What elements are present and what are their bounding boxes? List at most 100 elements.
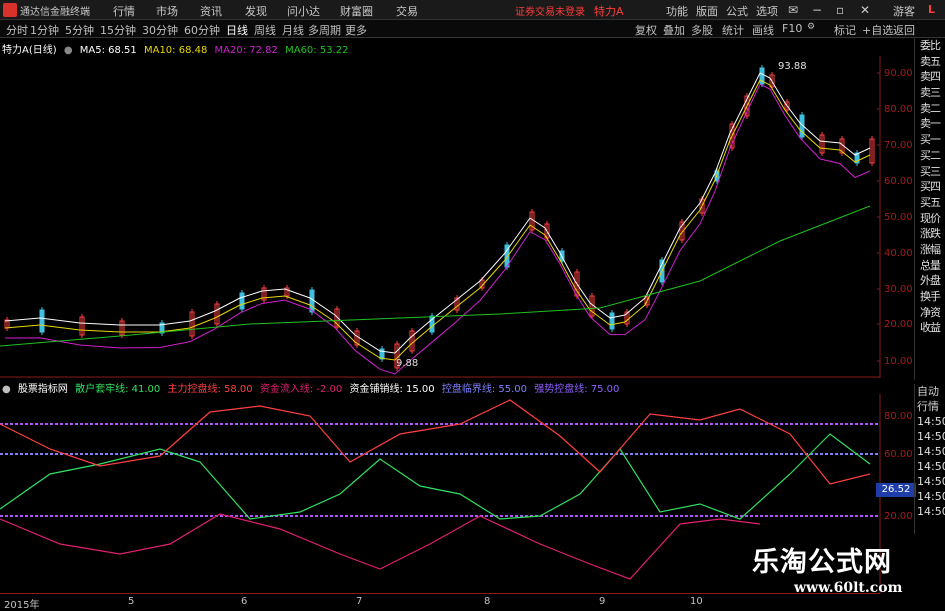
order-book-label: 涨幅: [920, 242, 941, 256]
candle: [39, 309, 45, 333]
period-1min[interactable]: 1分钟: [30, 22, 59, 38]
y-tick-label: 20.00: [884, 319, 912, 330]
order-book-label: 买一: [920, 133, 941, 147]
order-book-label: 卖一: [920, 117, 941, 131]
order-book-label: 现价: [920, 211, 941, 225]
order-book-label: 买五: [920, 195, 941, 209]
menu-news[interactable]: 资讯: [200, 3, 222, 19]
x-tick-label: 8: [484, 596, 491, 607]
y-tick-label: 30.00: [884, 284, 912, 295]
tool-back[interactable]: 返回: [893, 22, 915, 38]
tool-adjust[interactable]: 复权: [635, 22, 657, 38]
low-price-label: 9.88: [396, 358, 418, 369]
corner-label: L: [928, 3, 936, 16]
x-tick-label: 6: [241, 596, 248, 607]
menu-trade[interactable]: 交易: [396, 3, 418, 19]
tick-time: 14:50: [917, 460, 945, 473]
tool-stats[interactable]: 统计: [722, 22, 744, 38]
guest-label[interactable]: 游客: [893, 3, 915, 19]
y-tick-label: 90.00: [884, 68, 912, 79]
ma10-line: [4, 79, 871, 361]
order-book-label: 买四: [920, 180, 941, 194]
menu-ask[interactable]: 问小达: [287, 3, 320, 19]
mail-icon[interactable]: ✉: [788, 3, 798, 17]
indicator-y-tick: 20.00: [884, 511, 912, 522]
period-30min[interactable]: 30分钟: [142, 22, 178, 38]
menu-wealth[interactable]: 财富圈: [340, 3, 373, 19]
indicator-y-tick: 80.00: [884, 411, 912, 422]
tick-time: 14:50: [917, 415, 945, 428]
tool-overlay[interactable]: 叠加: [663, 22, 685, 38]
tool-draw[interactable]: 画线: [752, 22, 774, 38]
tick-panel: 自动 行情 14:50 14:50 14:50 14:50 14:50 14:5…: [914, 384, 945, 534]
menu-function[interactable]: 功能: [666, 3, 688, 19]
close-icon[interactable]: ✕: [860, 3, 870, 17]
y-tick-label: 60.00: [884, 176, 912, 187]
x-axis: 2015年 5 6 7 8 9 10: [0, 593, 880, 611]
tool-mark[interactable]: 标记: [834, 22, 856, 38]
y-tick-label: 80.00: [884, 104, 912, 115]
main-chart-title: 特力A(日线): [2, 45, 57, 56]
tick-time: 14:50: [917, 490, 945, 503]
x-tick-label: 7: [356, 596, 363, 607]
order-book-label: 卖二: [920, 101, 941, 115]
main-chart-legend: 特力A(日线) ● MA5: 68.51 MA10: 68.48 MA20: 7…: [2, 41, 352, 56]
menu-market[interactable]: 市场: [156, 3, 178, 19]
settings-circle-icon[interactable]: ●: [64, 45, 73, 56]
indicator-y-tick: 60.00: [884, 449, 912, 460]
high-price-label: 93.88: [778, 61, 807, 72]
menu-options[interactable]: 选项: [756, 3, 778, 19]
x-tick-label: 10: [690, 596, 703, 607]
ma5-line: [4, 72, 871, 354]
menu-market-quote[interactable]: 行情: [113, 3, 135, 19]
tab-quote[interactable]: 行情: [915, 399, 945, 414]
tool-f10[interactable]: F10: [782, 22, 802, 35]
x-tick-label: 9: [599, 596, 606, 607]
minimize-icon[interactable]: −: [812, 3, 822, 17]
menu-discover[interactable]: 发现: [245, 3, 267, 19]
period-5min[interactable]: 5分钟: [65, 22, 94, 38]
period-monthly[interactable]: 月线: [282, 22, 304, 38]
menu-layout[interactable]: 版面: [696, 3, 718, 19]
tick-time: 14:50: [917, 505, 945, 518]
order-book-panel: 委比 卖五 卖四 卖三 卖二 卖一 买一 买二 买三 买四 买五 现价 涨跌 涨幅 总量 外盘 换手 净资 收益: [914, 38, 945, 380]
y-tick-label: 50.00: [884, 212, 912, 223]
ma5-label: MA5: 68.51: [79, 45, 137, 56]
period-60min[interactable]: 60分钟: [184, 22, 220, 38]
period-daily[interactable]: 日线: [226, 22, 248, 38]
candle: [309, 289, 315, 313]
order-book-label: 收益: [920, 321, 941, 335]
tick-time: 14:50: [917, 475, 945, 488]
tick-time: 14:50: [917, 445, 945, 458]
tab-auto[interactable]: 自动: [915, 384, 945, 399]
tool-multistock[interactable]: 多股: [691, 22, 713, 38]
y-tick-label: 10.00: [884, 356, 912, 367]
order-book-label: 买三: [920, 164, 941, 178]
order-book-label: 委比: [920, 39, 941, 52]
menu-formula[interactable]: 公式: [726, 3, 748, 19]
order-book-label: 卖三: [920, 86, 941, 100]
login-notice[interactable]: 证券交易未登录: [515, 3, 585, 18]
candle: [609, 312, 615, 330]
gear-icon[interactable]: ⚙: [807, 22, 815, 32]
ma10-label: MA10: 68.48: [143, 45, 208, 56]
indicator-legend: ● 股票指标网 散户套牢线: 41.00 主力控盘线: 58.00 资金流入线:…: [2, 380, 623, 395]
stock-name-title: 特力A: [594, 5, 624, 18]
period-multi[interactable]: 多周期: [308, 22, 341, 38]
watermark-title: 乐淘公式网: [752, 547, 892, 578]
tool-add-favorite[interactable]: +自选: [862, 22, 893, 38]
ma20-line: [4, 83, 871, 375]
period-weekly[interactable]: 周线: [254, 22, 276, 38]
indicator-current-value: 26.52: [876, 483, 916, 497]
order-book-label: 卖五: [920, 54, 941, 68]
order-book-label: 买二: [920, 148, 941, 162]
period-15min[interactable]: 15分钟: [100, 22, 136, 38]
app-title: 通达信金融终端: [20, 7, 90, 18]
period-fenshi[interactable]: 分时: [6, 22, 28, 38]
period-more[interactable]: 更多: [345, 22, 367, 38]
order-book-label: 卖四: [920, 70, 941, 84]
order-book-label: 涨跌: [920, 227, 941, 241]
restore-icon[interactable]: ▫: [836, 3, 844, 17]
order-book-label: 净资: [920, 305, 941, 319]
kline-chart[interactable]: 93.88 9.88 90.00 80.00 70.00 60.00 50.00 40.0…: [0, 56, 912, 378]
